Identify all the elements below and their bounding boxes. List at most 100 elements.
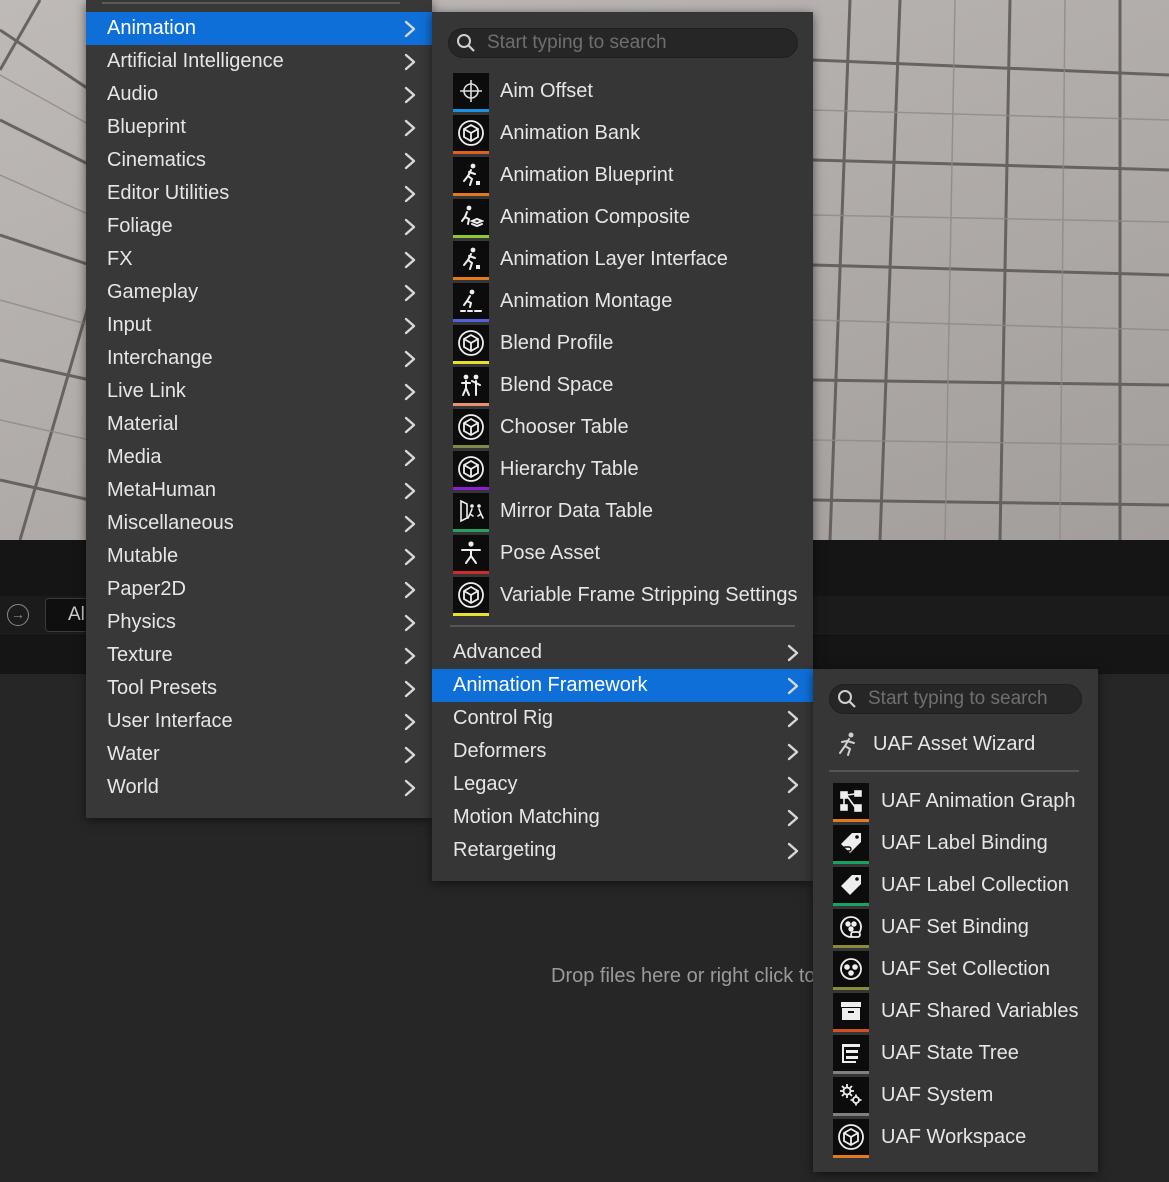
chevron-right-icon: [783, 742, 803, 762]
category-item-interchange[interactable]: Interchange: [86, 342, 432, 375]
submenu-item-legacy[interactable]: Legacy: [432, 768, 813, 801]
animation-framework-submenu: UAF Asset Wizard UAF Animation Graph UAF …: [813, 669, 1098, 1172]
submenu-item-label: Control Rig: [453, 707, 554, 729]
category-item-label: MetaHuman: [107, 479, 216, 501]
uaf-item-uaf-set-binding[interactable]: UAF Set Binding: [813, 906, 1098, 948]
uaf-item-label: UAF Animation Graph: [881, 789, 1076, 812]
mirror-figures-icon: [453, 493, 489, 532]
submenu-item-advanced[interactable]: Advanced: [432, 636, 813, 669]
gears-icon: [833, 1077, 869, 1116]
uaf-item-uaf-label-collection[interactable]: UAF Label Collection: [813, 864, 1098, 906]
uaf-item-uaf-workspace[interactable]: UAF Workspace: [813, 1116, 1098, 1158]
submenu-item-retargeting[interactable]: Retargeting: [432, 834, 813, 867]
category-item-label: Tool Presets: [107, 677, 218, 699]
category-item-physics[interactable]: Physics: [86, 606, 432, 639]
asset-item-blend-space[interactable]: Blend Space: [432, 364, 813, 406]
asset-item-label: Pose Asset: [500, 541, 601, 564]
uaf-item-uaf-set-collection[interactable]: UAF Set Collection: [813, 948, 1098, 990]
chevron-right-icon: [783, 709, 803, 729]
category-item-label: Interchange: [107, 347, 213, 369]
category-item-input[interactable]: Input: [86, 309, 432, 342]
submenu-item-label: Animation Framework: [453, 674, 648, 696]
category-item-gameplay[interactable]: Gameplay: [86, 276, 432, 309]
running-figure-icon: [835, 731, 861, 757]
submenu-item-label: Advanced: [453, 641, 542, 663]
asset-item-animation-blueprint[interactable]: Animation Blueprint: [432, 154, 813, 196]
category-item-mutable[interactable]: Mutable: [86, 540, 432, 573]
animation-submenu: Aim Offset Animation Bank Animation Bluepr…: [432, 12, 813, 881]
filter-text: Al: [68, 604, 85, 625]
asset-item-animation-composite[interactable]: Animation Composite: [432, 196, 813, 238]
category-item-tool-presets[interactable]: Tool Presets: [86, 672, 432, 705]
submenu-item-motion-matching[interactable]: Motion Matching: [432, 801, 813, 834]
asset-item-chooser-table[interactable]: Chooser Table: [432, 406, 813, 448]
asset-item-label: Animation Bank: [500, 121, 641, 144]
category-item-paper2d[interactable]: Paper2D: [86, 573, 432, 606]
category-item-editor-utilities[interactable]: Editor Utilities: [86, 177, 432, 210]
uaf-item-uaf-label-binding[interactable]: UAF Label Binding: [813, 822, 1098, 864]
asset-item-label: Variable Frame Stripping Settings: [500, 583, 798, 606]
cube-icon: [453, 325, 489, 364]
category-item-audio[interactable]: Audio: [86, 78, 432, 111]
uaf-search-box[interactable]: [829, 684, 1082, 714]
category-item-world[interactable]: World: [86, 771, 432, 804]
search-icon: [836, 688, 858, 710]
navigate-arrow-icon[interactable]: →: [7, 604, 29, 626]
chevron-right-icon: [400, 712, 420, 732]
category-item-blueprint[interactable]: Blueprint: [86, 111, 432, 144]
uaf-item-uaf-state-tree[interactable]: UAF State Tree: [813, 1032, 1098, 1074]
category-item-live-link[interactable]: Live Link: [86, 375, 432, 408]
submenu-item-animation-framework[interactable]: Animation Framework: [432, 669, 813, 702]
category-item-user-interface[interactable]: User Interface: [86, 705, 432, 738]
chevron-right-icon: [400, 118, 420, 138]
asset-item-mirror-data-table[interactable]: Mirror Data Table: [432, 490, 813, 532]
category-item-cinematics[interactable]: Cinematics: [86, 144, 432, 177]
category-item-texture[interactable]: Texture: [86, 639, 432, 672]
animation-asset-list: Aim Offset Animation Bank Animation Bluepr…: [432, 70, 813, 616]
cube-icon: [453, 451, 489, 490]
asset-item-blend-profile[interactable]: Blend Profile: [432, 322, 813, 364]
running-figure-icon: [453, 241, 489, 280]
asset-item-variable-frame-stripping-settings[interactable]: Variable Frame Stripping Settings: [432, 574, 813, 616]
cube-icon: [453, 409, 489, 448]
drop-hint-text: Drop files here or right click to: [551, 965, 813, 987]
asset-item-hierarchy-table[interactable]: Hierarchy Table: [432, 448, 813, 490]
uaf-item-uaf-animation-graph[interactable]: UAF Animation Graph: [813, 780, 1098, 822]
animation-search-input[interactable]: [487, 32, 787, 54]
chevron-right-icon: [400, 85, 420, 105]
tag-icon: [833, 867, 869, 906]
asset-item-label: Blend Space: [500, 373, 614, 396]
asset-item-pose-asset[interactable]: Pose Asset: [432, 532, 813, 574]
uaf-item-label: UAF System: [881, 1083, 994, 1106]
chevron-right-icon: [400, 547, 420, 567]
uaf-asset-wizard-item[interactable]: UAF Asset Wizard: [813, 726, 1098, 762]
asset-item-aim-offset[interactable]: Aim Offset: [432, 70, 813, 112]
asset-item-animation-montage[interactable]: Animation Montage: [432, 280, 813, 322]
asset-item-animation-layer-interface[interactable]: Animation Layer Interface: [432, 238, 813, 280]
uaf-item-label: UAF Label Collection: [881, 873, 1069, 896]
category-item-animation[interactable]: Animation: [86, 12, 432, 45]
uaf-item-uaf-system[interactable]: UAF System: [813, 1074, 1098, 1116]
tree-list-icon: [833, 1035, 869, 1074]
chevron-right-icon: [400, 283, 420, 303]
category-item-foliage[interactable]: Foliage: [86, 210, 432, 243]
category-item-miscellaneous[interactable]: Miscellaneous: [86, 507, 432, 540]
category-item-label: Artificial Intelligence: [107, 50, 284, 72]
menu-separator: [829, 770, 1079, 772]
uaf-item-uaf-shared-variables[interactable]: UAF Shared Variables: [813, 990, 1098, 1032]
asset-item-animation-bank[interactable]: Animation Bank: [432, 112, 813, 154]
uaf-search-input[interactable]: [868, 688, 1068, 710]
submenu-item-control-rig[interactable]: Control Rig: [432, 702, 813, 735]
category-item-label: Water: [107, 743, 160, 765]
category-item-metahuman[interactable]: MetaHuman: [86, 474, 432, 507]
submenu-item-label: Motion Matching: [453, 806, 600, 828]
category-item-label: Texture: [107, 644, 173, 666]
category-item-water[interactable]: Water: [86, 738, 432, 771]
category-item-fx[interactable]: FX: [86, 243, 432, 276]
category-item-artificial-intelligence[interactable]: Artificial Intelligence: [86, 45, 432, 78]
submenu-item-deformers[interactable]: Deformers: [432, 735, 813, 768]
category-item-material[interactable]: Material: [86, 408, 432, 441]
animation-search-box[interactable]: [448, 28, 798, 58]
category-item-media[interactable]: Media: [86, 441, 432, 474]
asset-item-label: Chooser Table: [500, 415, 629, 438]
